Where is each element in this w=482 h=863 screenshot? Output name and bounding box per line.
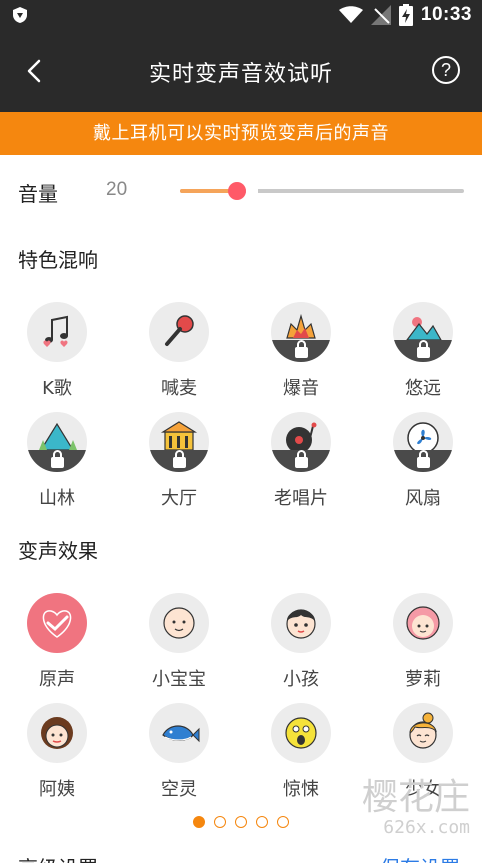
voice-item-loli[interactable]: 萝莉 <box>362 593 482 699</box>
mix-item-boom[interactable]: 爆音 <box>240 302 362 408</box>
mix-item-circle <box>149 302 209 362</box>
section-title-voice: 变声效果 <box>18 539 98 563</box>
page-dot[interactable] <box>256 816 268 828</box>
voice-item-label: 阿姨 <box>39 779 75 800</box>
mix-item-circle <box>393 302 453 362</box>
mix-item-circle <box>27 302 87 362</box>
voice-item-label: 空灵 <box>161 779 197 800</box>
mix-item-label: 喊麦 <box>161 378 197 399</box>
voice-item-baby[interactable]: 小宝宝 <box>118 593 240 699</box>
young-woman-icon <box>409 712 437 749</box>
mix-item-k-song[interactable]: K歌 <box>0 302 118 408</box>
voice-item-circle <box>149 593 209 653</box>
mix-item-circle <box>271 412 331 472</box>
help-button[interactable]: ? <box>432 56 460 84</box>
voice-item-circle <box>27 703 87 763</box>
mix-item-label: 大厅 <box>161 488 197 509</box>
voice-item-child[interactable]: 小孩 <box>240 593 362 699</box>
voice-item-ethereal[interactable]: 空灵 <box>118 703 240 809</box>
watermark-main: 樱花庄 <box>361 777 470 818</box>
voice-item-original[interactable]: 原声 <box>0 593 118 699</box>
mix-item-fan[interactable]: 风扇 <box>362 412 482 518</box>
voice-item-aunt[interactable]: 阿姨 <box>0 703 118 809</box>
mix-item-distant[interactable]: 悠远 <box>362 302 482 408</box>
scared-face-icon <box>285 717 317 749</box>
volume-slider[interactable] <box>180 182 464 200</box>
watermark: 樱花庄 626x.com <box>340 778 470 858</box>
no-signal-icon <box>370 5 391 25</box>
heart-check-icon <box>42 610 72 638</box>
section-title-mix: 特色混响 <box>18 248 98 272</box>
aunt-face-icon <box>41 717 73 749</box>
advanced-settings-label: 高级设置 <box>18 852 98 863</box>
slider-thumb[interactable] <box>228 182 246 200</box>
mix-item-label: 爆音 <box>283 378 319 399</box>
voice-item-label: 小孩 <box>283 669 319 690</box>
mix-item-forest[interactable]: 山林 <box>0 412 118 518</box>
mix-item-hall[interactable]: 大厅 <box>118 412 240 518</box>
voice-item-circle <box>149 703 209 763</box>
mix-item-circle <box>149 412 209 472</box>
mix-item-label: 老唱片 <box>274 488 328 509</box>
microphone-icon <box>165 315 194 346</box>
mix-item-old-record[interactable]: 老唱片 <box>240 412 362 518</box>
mix-item-shout-mic[interactable]: 喊麦 <box>118 302 240 408</box>
lock-icon <box>417 340 430 358</box>
volume-value: 20 <box>106 179 128 200</box>
status-bar: 10:33 <box>0 0 482 30</box>
mix-item-label: 山林 <box>39 488 75 509</box>
wifi-icon <box>338 6 363 23</box>
shield-icon <box>13 7 27 23</box>
lock-icon <box>173 450 186 468</box>
music-note-hearts-icon <box>43 315 68 347</box>
lock-icon <box>295 450 308 468</box>
lock-icon <box>417 450 430 468</box>
mix-item-circle <box>271 302 331 362</box>
voice-item-circle <box>27 593 87 653</box>
voice-item-circle <box>271 703 331 763</box>
page-dot[interactable] <box>277 816 289 828</box>
volume-row: 音量 20 <box>0 170 482 212</box>
clock: 10:33 <box>420 4 472 25</box>
page-title: 实时变声音效试听 <box>148 62 333 87</box>
volume-label: 音量 <box>18 182 58 206</box>
voice-item-label: 小宝宝 <box>152 669 206 690</box>
earphone-tip-banner: 戴上耳机可以实时预览变声后的声音 <box>0 112 482 155</box>
baby-face-icon <box>163 607 195 639</box>
page-dot[interactable] <box>235 816 247 828</box>
page-dot[interactable] <box>193 816 205 828</box>
whale-icon <box>162 725 200 743</box>
voice-item-label: 萝莉 <box>405 669 441 690</box>
slider-gap <box>246 189 258 193</box>
battery-charging-icon <box>398 4 413 26</box>
lock-icon <box>51 450 64 468</box>
mix-item-label: 悠远 <box>405 378 441 399</box>
mix-item-circle <box>27 412 87 472</box>
voice-item-label: 原声 <box>39 669 75 690</box>
mix-item-circle <box>393 412 453 472</box>
voice-item-circle <box>393 703 453 763</box>
child-face-icon <box>286 609 316 639</box>
title-bar: 实时变声音效试听 ? <box>0 30 482 112</box>
watermark-sub: 626x.com <box>383 817 470 838</box>
girl-face-icon <box>406 606 440 640</box>
voice-item-circle <box>393 593 453 653</box>
voice-item-circle <box>271 593 331 653</box>
lock-icon <box>295 340 308 358</box>
page-dot[interactable] <box>214 816 226 828</box>
mix-item-label: K歌 <box>42 378 72 399</box>
mix-item-label: 风扇 <box>405 488 441 509</box>
